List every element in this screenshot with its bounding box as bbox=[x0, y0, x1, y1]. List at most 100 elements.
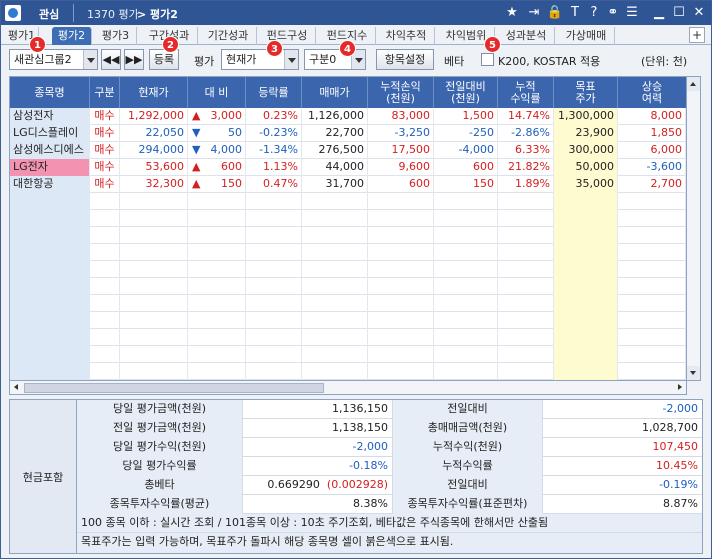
cell-target[interactable] bbox=[554, 346, 618, 363]
next-group-button[interactable]: ▶▶ bbox=[124, 49, 144, 70]
cell-name[interactable] bbox=[10, 363, 90, 380]
cell-prev: -4,000 bbox=[434, 142, 498, 159]
tab-perf-analysis[interactable]: 성과분석 bbox=[498, 27, 555, 45]
portfolio-table[interactable]: 종목명 구분 현재가 대 비 등락률 매매가 누적손익 (천원) 전일대비 (천… bbox=[9, 76, 687, 381]
tab-arbitrage-track[interactable]: 차익추적 bbox=[378, 27, 435, 45]
cell-target[interactable] bbox=[554, 227, 618, 244]
col-rate[interactable]: 등락률 bbox=[246, 77, 302, 108]
table-row[interactable]: 삼성전자 매수 1,292,000 ▲ 3,000 0.23% 1,126,000 83,00… bbox=[10, 108, 686, 125]
close-icon[interactable]: ✕ bbox=[690, 3, 708, 23]
cell-target[interactable]: 1,300,000 bbox=[554, 108, 618, 125]
table-row[interactable]: LG디스플레이 매수 22,050 ▼ 50 -0.23% 22,700 -3,250 -250… bbox=[10, 125, 686, 142]
cell-target[interactable]: 35,000 bbox=[554, 176, 618, 193]
tab-eval3[interactable]: 평가3 bbox=[95, 27, 137, 45]
col-price[interactable]: 현재가 bbox=[120, 77, 188, 108]
list-icon[interactable]: ☰ bbox=[623, 3, 641, 23]
minimize-icon[interactable]: ▁ bbox=[650, 3, 668, 23]
cell-name[interactable]: LG전자 bbox=[10, 159, 90, 176]
col-name[interactable]: 종목명 bbox=[10, 77, 90, 108]
table-row[interactable]: LG전자 매수 53,600 ▲ 600 1.13% 44,000 9,600 600 21.82… bbox=[10, 159, 686, 176]
col-gubun[interactable]: 구분 bbox=[90, 77, 120, 108]
col-cumrate[interactable]: 누적 수익률 bbox=[498, 77, 554, 108]
cell-gubun bbox=[90, 329, 120, 346]
scroll-down-icon[interactable] bbox=[687, 366, 700, 380]
table-row[interactable] bbox=[10, 227, 686, 244]
cell-name[interactable] bbox=[10, 261, 90, 278]
cell-name[interactable] bbox=[10, 210, 90, 227]
cell-target[interactable]: 300,000 bbox=[554, 142, 618, 159]
cell-trade bbox=[302, 363, 368, 380]
cell-name[interactable]: LG디스플레이 bbox=[10, 125, 90, 142]
horizontal-scrollbar[interactable] bbox=[9, 381, 687, 395]
table-row[interactable] bbox=[10, 363, 686, 380]
export-icon[interactable]: ⇥ bbox=[525, 3, 543, 23]
table-row[interactable] bbox=[10, 261, 686, 278]
cell-target[interactable]: 23,900 bbox=[554, 125, 618, 142]
cell-target[interactable] bbox=[554, 210, 618, 227]
group-select[interactable]: 새관심그룹2 bbox=[9, 49, 98, 70]
col-trade[interactable]: 매매가 bbox=[302, 77, 368, 108]
help-icon[interactable]: ? bbox=[585, 3, 603, 23]
cell-name[interactable] bbox=[10, 312, 90, 329]
add-tab-button[interactable]: + bbox=[689, 27, 705, 43]
scroll-left-icon[interactable] bbox=[10, 381, 23, 394]
cell-name[interactable]: 삼성전자 bbox=[10, 108, 90, 125]
col-upside[interactable]: 상승 여력 bbox=[618, 77, 686, 108]
col-diff[interactable]: 대 비 bbox=[188, 77, 246, 108]
maximize-icon[interactable]: ☐ bbox=[670, 3, 688, 23]
category-select[interactable]: 구분0 bbox=[304, 49, 366, 70]
cell-name[interactable] bbox=[10, 346, 90, 363]
register-button[interactable]: 등록 bbox=[149, 49, 179, 70]
cell-target[interactable] bbox=[554, 363, 618, 380]
cell-name[interactable] bbox=[10, 278, 90, 295]
cell-target[interactable] bbox=[554, 244, 618, 261]
table-row[interactable] bbox=[10, 244, 686, 261]
table-row[interactable] bbox=[10, 346, 686, 363]
cell-target[interactable] bbox=[554, 261, 618, 278]
tab-term-perf[interactable]: 기간성과 bbox=[200, 27, 257, 45]
cell-target[interactable] bbox=[554, 193, 618, 210]
table-row[interactable] bbox=[10, 329, 686, 346]
cell-name[interactable]: 삼성에스디에스 bbox=[10, 142, 90, 159]
table-row[interactable] bbox=[10, 295, 686, 312]
title-tab[interactable]: 관심 bbox=[39, 6, 59, 22]
cell-name[interactable]: 대한항공 bbox=[10, 176, 90, 193]
cell-diff: ▲ 600 bbox=[188, 159, 246, 176]
table-row[interactable] bbox=[10, 312, 686, 329]
text-icon[interactable]: T bbox=[566, 3, 584, 23]
kospi-label: K200, KOSTAR 적용 bbox=[498, 55, 601, 68]
col-target[interactable]: 목표 주가 bbox=[554, 77, 618, 108]
cell-name[interactable] bbox=[10, 295, 90, 312]
cell-target[interactable] bbox=[554, 278, 618, 295]
scroll-thumb[interactable] bbox=[24, 383, 324, 393]
table-row[interactable] bbox=[10, 210, 686, 227]
table-row[interactable]: 대한항공 매수 32,300 ▲ 150 0.47% 31,700 600 150 1.89% 35… bbox=[10, 176, 686, 193]
price-select[interactable]: 현재가 bbox=[221, 49, 299, 70]
cell-name[interactable] bbox=[10, 227, 90, 244]
link-icon[interactable]: ⚭ bbox=[604, 3, 622, 23]
vertical-scrollbar[interactable] bbox=[687, 76, 701, 381]
scroll-right-icon[interactable] bbox=[673, 381, 686, 394]
cell-name[interactable] bbox=[10, 329, 90, 346]
lock-icon[interactable]: 🔒 bbox=[546, 3, 564, 23]
cell-name[interactable] bbox=[10, 193, 90, 210]
star-icon[interactable]: ★ bbox=[503, 3, 521, 23]
cell-target[interactable] bbox=[554, 295, 618, 312]
cell-target[interactable]: 50,000 bbox=[554, 159, 618, 176]
cell-target[interactable] bbox=[554, 312, 618, 329]
tab-eval2[interactable]: 평가2 bbox=[52, 27, 92, 45]
prev-group-button[interactable]: ◀◀ bbox=[101, 49, 121, 70]
table-row[interactable] bbox=[10, 193, 686, 210]
cell-target[interactable] bbox=[554, 329, 618, 346]
col-cum[interactable]: 누적손익 (천원) bbox=[368, 77, 434, 108]
tab-virtual-trade[interactable]: 가상매매 bbox=[558, 27, 615, 45]
summary-label: 총베타 bbox=[77, 476, 243, 495]
col-prev[interactable]: 전일대비 (천원) bbox=[434, 77, 498, 108]
table-row[interactable]: 삼성에스디에스 매수 294,000 ▼ 4,000 -1.34% 276,500 17,50… bbox=[10, 142, 686, 159]
kospi-checkbox[interactable] bbox=[481, 53, 494, 66]
table-row[interactable] bbox=[10, 278, 686, 295]
cell-name[interactable] bbox=[10, 244, 90, 261]
cell-gubun: 매수 bbox=[90, 108, 120, 125]
scroll-up-icon[interactable] bbox=[687, 77, 700, 91]
item-settings-button[interactable]: 항목설정 bbox=[376, 49, 434, 70]
